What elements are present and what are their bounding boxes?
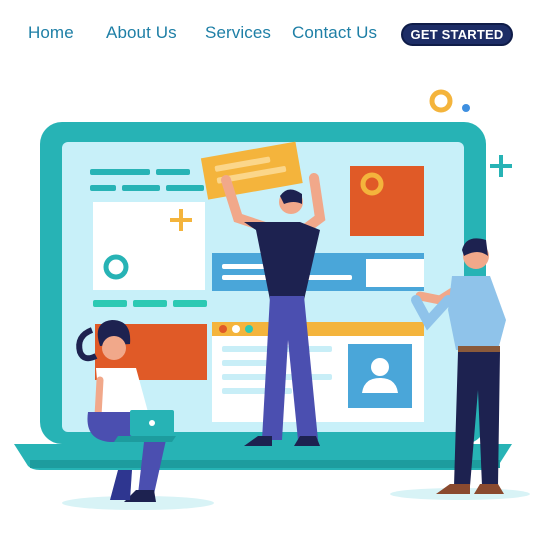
text-lines bbox=[93, 300, 207, 307]
browser-titlebar bbox=[212, 322, 424, 336]
dot-decoration bbox=[462, 104, 470, 112]
plus-icon bbox=[490, 155, 512, 177]
banner-input bbox=[366, 259, 424, 287]
window-dot bbox=[219, 325, 227, 333]
laptop-base-shadow bbox=[30, 460, 500, 468]
orange-block bbox=[350, 166, 424, 236]
hero-illustration bbox=[14, 89, 530, 510]
window-dot bbox=[245, 325, 253, 333]
ring-icon bbox=[429, 89, 453, 113]
window-dot bbox=[232, 325, 240, 333]
